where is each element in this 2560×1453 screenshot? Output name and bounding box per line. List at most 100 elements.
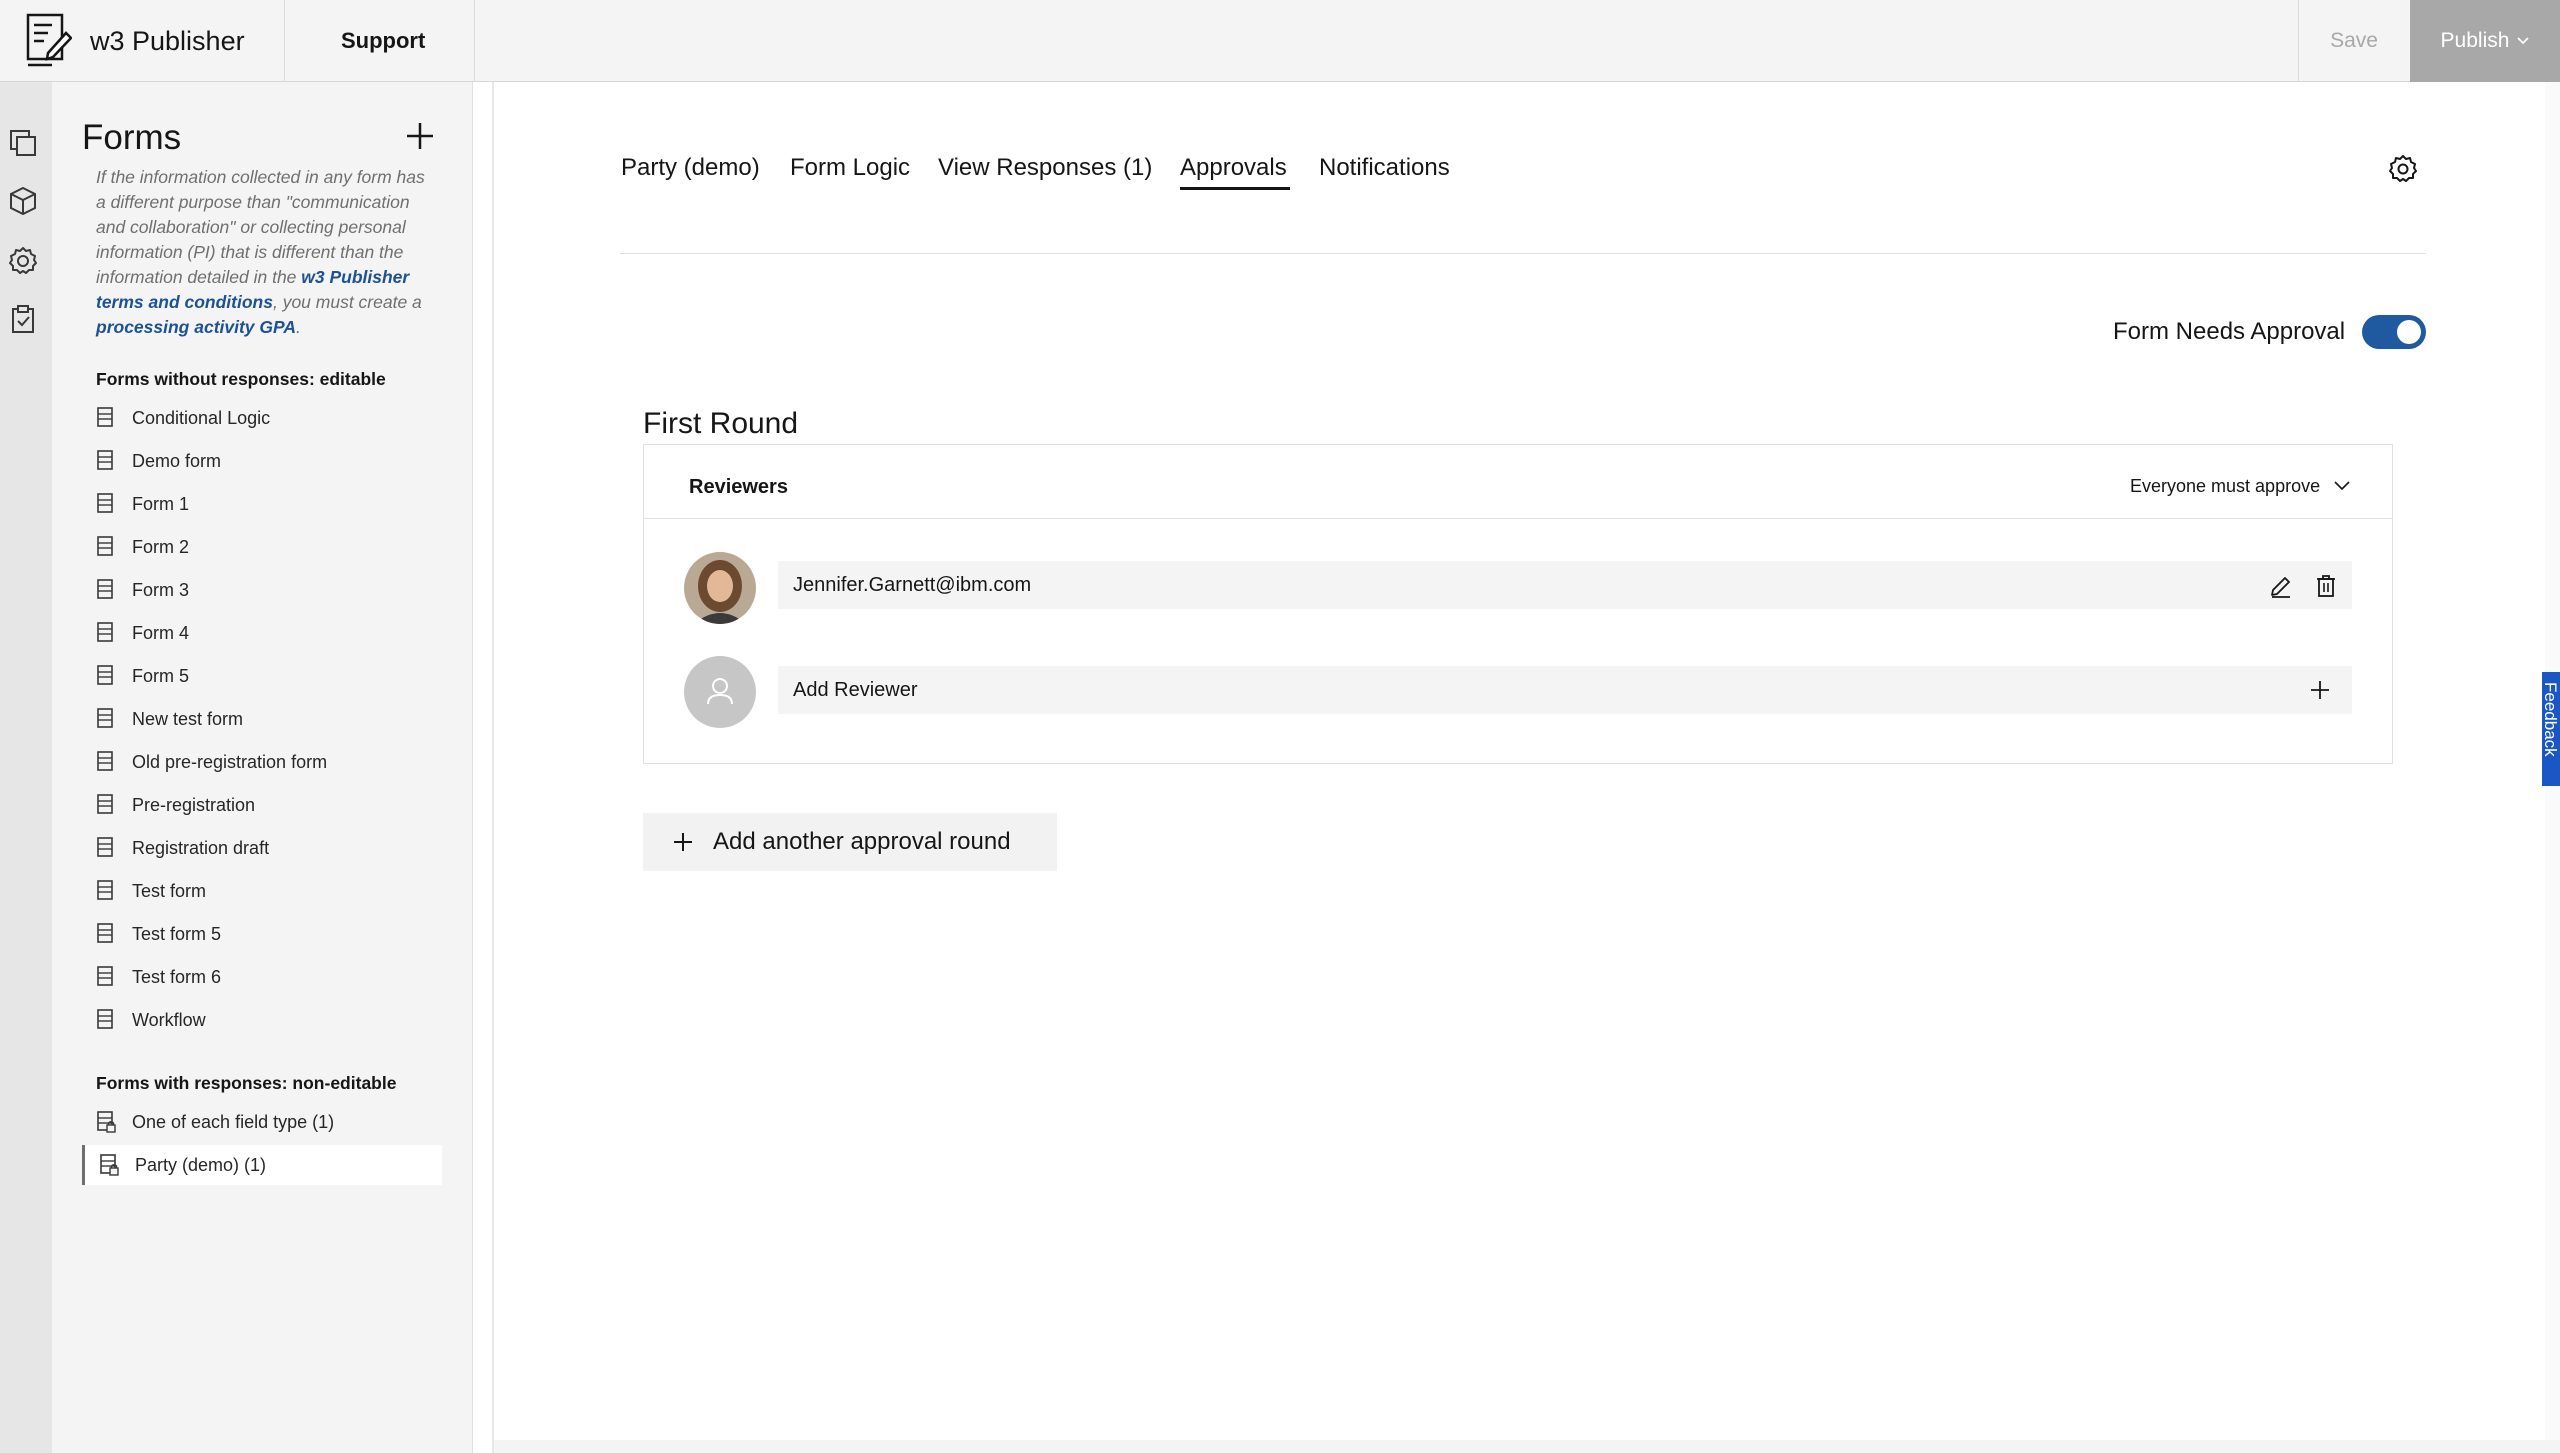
form-icon (96, 665, 116, 687)
form-list-item-label: Registration draft (132, 838, 270, 858)
add-reviewer-field[interactable] (778, 666, 2352, 714)
save-button[interactable]: Save (2298, 0, 2410, 82)
plus-icon (674, 833, 692, 851)
approval-rule-value: Everyone must approve (2130, 476, 2321, 496)
notice-text: . (296, 317, 301, 337)
form-list-item-label: Workflow (132, 1010, 206, 1030)
add-reviewer-label: Add Reviewer (793, 679, 918, 701)
form-icon (96, 579, 116, 601)
form-icon (96, 837, 116, 859)
edit-pencil-icon[interactable] (2268, 573, 2294, 599)
feedback-tab[interactable]: Feedback (2542, 672, 2560, 786)
form-list-item[interactable]: New test form (82, 699, 442, 739)
tabs-divider (620, 253, 2426, 254)
form-icon (96, 923, 116, 945)
tab-view-responses[interactable]: View Responses (1) (938, 150, 1152, 186)
plus-icon (407, 123, 433, 149)
chevron-down-icon (2334, 481, 2350, 491)
reviewers-heading: Reviewers (689, 476, 788, 498)
form-icon (96, 450, 116, 472)
forms-panel-title: Forms (82, 118, 182, 157)
form-icon (96, 794, 116, 816)
card-header-divider (644, 518, 2392, 519)
noneditable-forms-heading: Forms with responses: non-editable (96, 1073, 397, 1093)
nav-support-link[interactable]: Support (341, 24, 425, 58)
bottom-scrollbar[interactable] (494, 1440, 2560, 1453)
reviewer-email: Jennifer.Garnett@ibm.com (793, 574, 1032, 596)
form-list-item[interactable]: Test form 6 (82, 957, 442, 997)
form-needs-approval-label: Form Needs Approval (2113, 318, 2346, 345)
form-list-item[interactable]: Test form (82, 871, 442, 911)
add-reviewer-plus-icon[interactable] (2307, 677, 2333, 703)
form-list-item[interactable]: Form 4 (82, 613, 442, 653)
form-list-item[interactable]: Form 2 (82, 527, 442, 567)
app-title[interactable]: w3 Publisher (90, 22, 245, 60)
publish-button[interactable]: Publish (2410, 0, 2560, 82)
forms-privacy-notice: If the information collected in any form… (96, 165, 438, 340)
form-list-item-label: One of each field type (1) (132, 1112, 335, 1132)
active-tab-indicator (1180, 187, 1290, 190)
form-icon (96, 966, 116, 988)
form-list-item[interactable]: Conditional Logic (82, 398, 442, 438)
add-approval-round-label: Add another approval round (713, 828, 1011, 855)
form-list-item-label: Form 4 (132, 623, 190, 643)
form-list-item-label: Form 5 (132, 666, 190, 686)
form-list-item-label: Test form 5 (132, 924, 222, 944)
form-icon (96, 407, 116, 429)
w3-publisher-logo-icon[interactable] (26, 13, 72, 69)
form-icon (96, 493, 116, 515)
form-list-item[interactable]: One of each field type (1) (82, 1102, 442, 1142)
form-list-item-label: Pre-registration (132, 795, 256, 815)
notice-text: , you must create a (272, 292, 422, 312)
left-rail (0, 82, 52, 1453)
tab-form-logic[interactable]: Form Logic (790, 150, 910, 186)
pages-icon[interactable] (8, 128, 38, 158)
form-list-item[interactable]: Form 3 (82, 570, 442, 610)
form-icon (96, 751, 116, 773)
cube-icon[interactable] (8, 186, 38, 216)
trash-icon[interactable] (2313, 573, 2339, 599)
add-form-button[interactable] (400, 116, 440, 156)
publish-label: Publish (2440, 29, 2510, 52)
form-list-item[interactable]: Old pre-registration form (82, 742, 442, 782)
gear-icon[interactable] (8, 246, 38, 276)
form-list-item[interactable]: Pre-registration (82, 785, 442, 825)
user-icon (707, 678, 733, 705)
form-list-item[interactable]: Test form 5 (82, 914, 442, 954)
locked-form-icon (99, 1154, 119, 1176)
form-settings-gear-icon[interactable] (2388, 154, 2418, 184)
form-list-item[interactable]: Workflow (82, 1000, 442, 1040)
chevron-down-icon (2517, 37, 2530, 45)
editable-forms-heading: Forms without responses: editable (96, 369, 386, 389)
approval-rule-dropdown[interactable]: Everyone must approve (2130, 472, 2350, 500)
tab-approvals[interactable]: Approvals (1180, 150, 1287, 186)
clipboard-check-icon[interactable] (8, 304, 38, 334)
form-list-item-label: Conditional Logic (132, 408, 271, 428)
form-list-item-label: Form 2 (132, 537, 190, 557)
form-list-item-label: Test form 6 (132, 967, 222, 987)
add-approval-round-button[interactable]: Add another approval round (643, 813, 1057, 871)
gpa-link[interactable]: processing activity GPA (96, 317, 296, 337)
save-label: Save (2330, 29, 2378, 52)
form-list-item[interactable]: Demo form (82, 441, 442, 481)
user-placeholder-avatar (684, 656, 756, 728)
form-list-item[interactable]: Form 1 (82, 484, 442, 524)
tab-party-demo[interactable]: Party (demo) (621, 150, 760, 186)
form-icon (96, 880, 116, 902)
form-list-item[interactable]: Party (demo) (1) (82, 1145, 442, 1185)
form-list-item-label: New test form (132, 709, 244, 729)
tab-notifications[interactable]: Notifications (1319, 150, 1450, 186)
form-icon (96, 536, 116, 558)
form-icon (96, 1009, 116, 1031)
form-list-item[interactable]: Registration draft (82, 828, 442, 868)
header-divider (284, 0, 285, 82)
form-icon (96, 622, 116, 644)
form-list-item-label: Form 3 (132, 580, 190, 600)
form-list-item[interactable]: Form 5 (82, 656, 442, 696)
toggle-knob (2397, 320, 2421, 344)
form-icon (96, 708, 116, 730)
header-divider (474, 0, 475, 82)
form-list-item-label: Demo form (132, 451, 222, 471)
form-list-item-label: Party (demo) (1) (135, 1155, 267, 1175)
main-divider (492, 82, 494, 1453)
